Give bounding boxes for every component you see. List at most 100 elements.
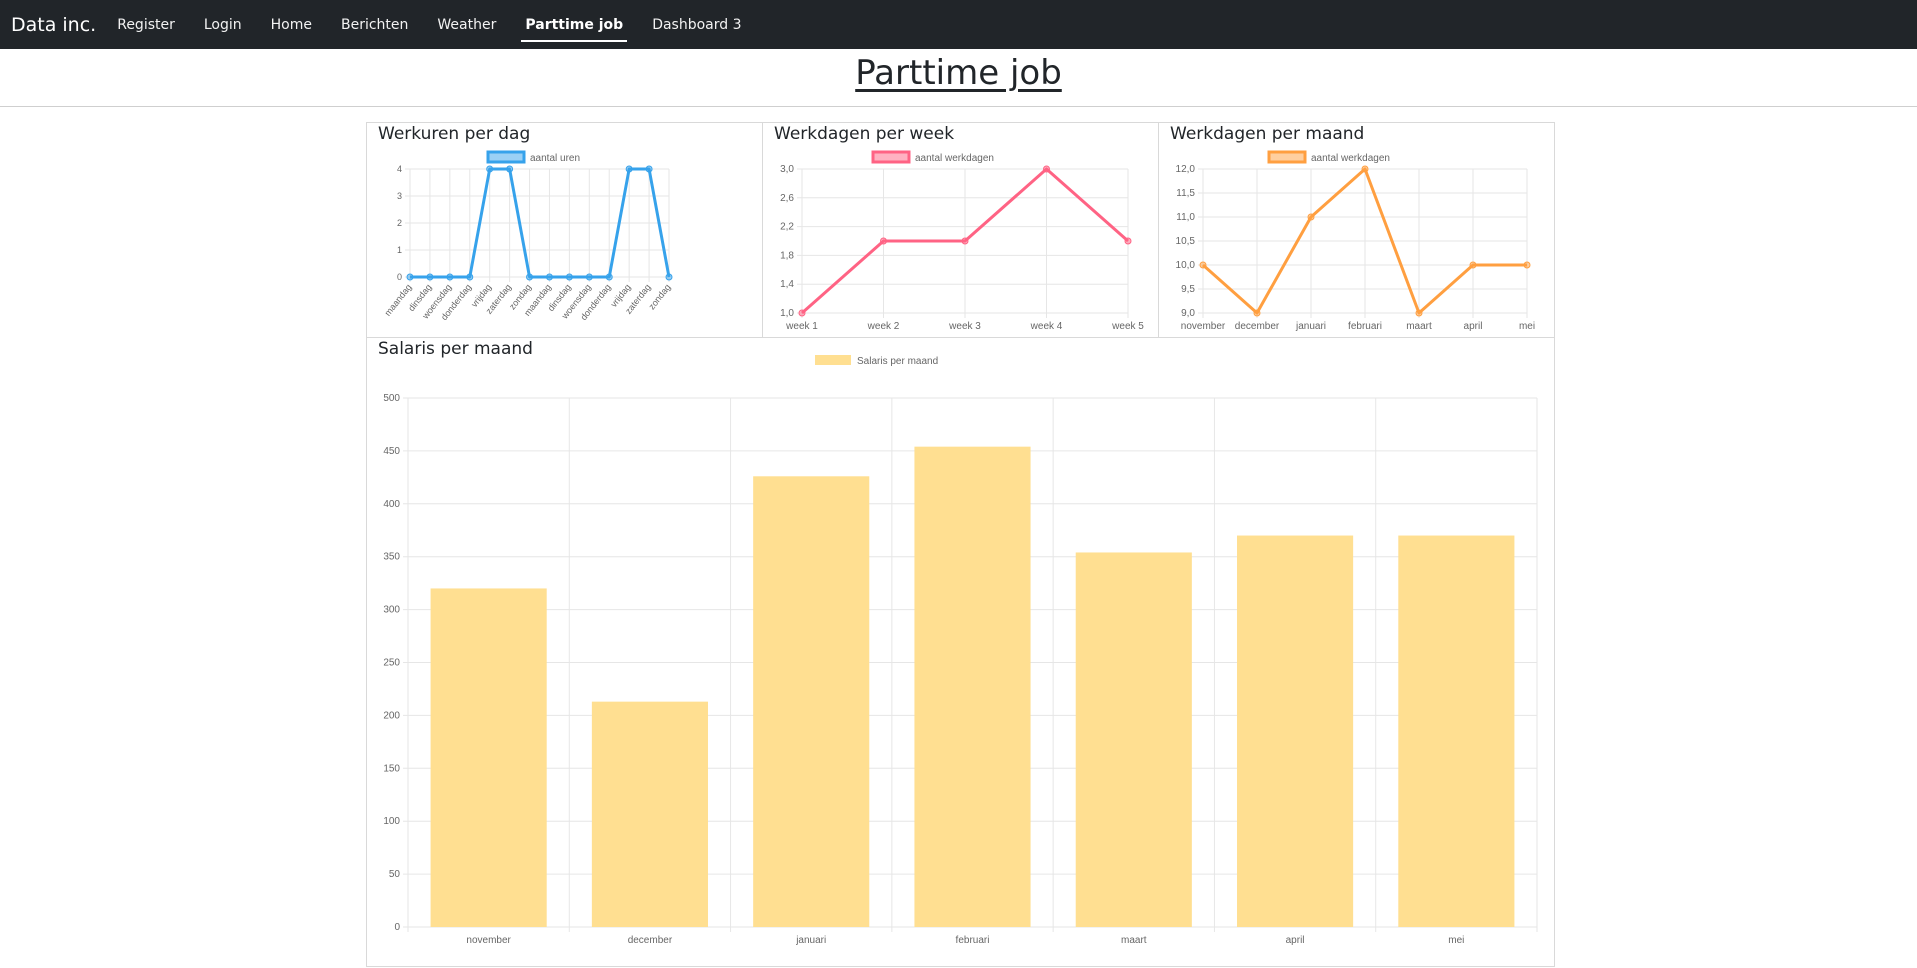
data-point bbox=[645, 165, 653, 173]
legend-label: aantal werkdagen bbox=[1311, 153, 1390, 164]
y-tick-label: 450 bbox=[383, 446, 400, 457]
x-tick-label: februari bbox=[956, 935, 990, 946]
legend-label: Salaris per maand bbox=[857, 356, 938, 367]
chart-salaris-per-maand: 0 50 100 150 200 250 300 350 400 450 500 november de… bbox=[383, 355, 1538, 946]
x-tick-label: november bbox=[1181, 321, 1226, 332]
nav-item-parttime-job[interactable]: Parttime job bbox=[513, 0, 635, 49]
y-tick-label: 1,0 bbox=[780, 308, 794, 319]
nav-item-register[interactable]: Register bbox=[105, 0, 187, 49]
y-tick-label: 11,0 bbox=[1176, 212, 1195, 223]
x-tick-label: mei bbox=[1448, 935, 1464, 946]
x-tick-label: februari bbox=[1348, 321, 1382, 332]
y-tick-label: 9,0 bbox=[1181, 308, 1195, 319]
y-tick-label: 50 bbox=[389, 869, 401, 880]
data-point bbox=[1523, 261, 1531, 269]
bar bbox=[914, 446, 1031, 927]
panel-salaris-per-maand: Salaris per maand 0 50 100 150 200 250 300 350 4… bbox=[366, 337, 1555, 967]
bar bbox=[1398, 535, 1515, 927]
data-point bbox=[426, 273, 434, 281]
data-point bbox=[625, 165, 633, 173]
data-point bbox=[466, 273, 474, 281]
nav-item-login[interactable]: Login bbox=[192, 0, 254, 49]
data-point bbox=[665, 273, 673, 281]
y-tick-label: 100 bbox=[383, 816, 400, 827]
chart-werkdagen-per-week: 1,0 1,4 1,8 2,2 2,6 3,0 week 1 week 2 week 3 week… bbox=[780, 150, 1144, 332]
legend-label: aantal uren bbox=[530, 153, 580, 164]
data-point bbox=[880, 237, 887, 245]
y-tick-label: 9,5 bbox=[1181, 284, 1195, 295]
y-tick-label: 150 bbox=[383, 763, 400, 774]
panel-werkdagen-per-maand: Werkdagen per maand 9,0 9,5 10,0 10,5 11,0 11… bbox=[1158, 122, 1555, 338]
x-tick-label: maart bbox=[1406, 321, 1432, 332]
x-tick-label: april bbox=[1464, 321, 1483, 332]
data-point bbox=[1469, 261, 1477, 269]
bar bbox=[1237, 535, 1354, 927]
nav-item-weather[interactable]: Weather bbox=[425, 0, 508, 49]
x-tick-label: mei bbox=[1519, 321, 1535, 332]
data-point bbox=[545, 273, 553, 281]
x-tick-label: april bbox=[1286, 935, 1305, 946]
legend-swatch bbox=[815, 355, 851, 365]
data-point bbox=[1307, 213, 1315, 221]
chart-werkuren-per-dag: 01234maandagdinsdagwoensdagdonderdagvrij… bbox=[383, 150, 673, 322]
bar bbox=[1075, 552, 1192, 927]
data-point bbox=[1253, 309, 1261, 317]
data-point bbox=[585, 273, 593, 281]
data-point bbox=[605, 273, 613, 281]
page-title: Parttime job bbox=[855, 53, 1062, 93]
x-tick-label: week 3 bbox=[948, 321, 981, 332]
y-tick-label: 1 bbox=[397, 245, 402, 255]
data-point bbox=[1415, 309, 1423, 317]
nav-item-home[interactable]: Home bbox=[259, 0, 324, 49]
nav-item-dashboard-3[interactable]: Dashboard 3 bbox=[640, 0, 753, 49]
nav-item-berichten[interactable]: Berichten bbox=[329, 0, 420, 49]
y-tick-label: 3,0 bbox=[780, 164, 794, 175]
y-tick-label: 250 bbox=[383, 658, 400, 669]
data-point bbox=[1361, 165, 1369, 173]
data-point bbox=[565, 273, 573, 281]
y-tick-label: 200 bbox=[383, 710, 400, 721]
x-tick-label: maandag bbox=[383, 282, 414, 318]
y-tick-label: 4 bbox=[397, 164, 402, 174]
y-tick-label: 2 bbox=[397, 218, 402, 228]
x-tick-label: week 4 bbox=[1030, 321, 1063, 332]
y-tick-label: 350 bbox=[383, 552, 400, 563]
data-point bbox=[1043, 165, 1050, 173]
page-header: Parttime job bbox=[0, 48, 1917, 107]
data-point bbox=[406, 273, 414, 281]
x-tick-label: december bbox=[1235, 321, 1280, 332]
x-tick-label: week 1 bbox=[785, 321, 818, 332]
y-tick-label: 300 bbox=[383, 605, 400, 616]
data-point bbox=[526, 273, 534, 281]
y-tick-label: 2,2 bbox=[780, 222, 794, 233]
legend-label: aantal werkdagen bbox=[915, 153, 994, 164]
navbar: Data inc. Register Login Home Berichten … bbox=[0, 0, 1917, 49]
y-tick-label: 400 bbox=[383, 499, 400, 510]
y-tick-label: 12,0 bbox=[1176, 164, 1196, 175]
bar bbox=[430, 588, 547, 927]
y-tick-label: 1,8 bbox=[780, 250, 794, 261]
data-point bbox=[506, 165, 514, 173]
data-point bbox=[1124, 237, 1132, 245]
chart-werkdagen-per-maand: 9,0 9,5 10,0 10,5 11,0 11,5 12,0 november decemb… bbox=[1176, 150, 1535, 332]
brand-logo[interactable]: Data inc. bbox=[11, 14, 96, 36]
x-tick-label: december bbox=[628, 935, 673, 946]
x-tick-label: week 2 bbox=[867, 321, 900, 332]
panel-werkuren-per-dag: Werkuren per dag 0 1 2 3 4 maandag dinsdag woen… bbox=[366, 122, 763, 338]
y-tick-label: 3 bbox=[397, 191, 402, 201]
data-point bbox=[1199, 261, 1207, 269]
data-point bbox=[446, 273, 454, 281]
y-tick-label: 2,6 bbox=[780, 193, 794, 204]
bar bbox=[591, 701, 708, 927]
legend-swatch bbox=[1267, 150, 1307, 164]
y-tick-label: 500 bbox=[383, 393, 400, 404]
y-tick-label: 10,5 bbox=[1176, 236, 1196, 247]
legend-swatch bbox=[486, 150, 526, 164]
data-point bbox=[961, 237, 969, 245]
x-tick-label: maart bbox=[1121, 935, 1147, 946]
y-tick-label: 10,0 bbox=[1176, 260, 1196, 271]
y-tick-label: 1,4 bbox=[780, 279, 794, 290]
bar bbox=[753, 476, 870, 927]
y-tick-label: 0 bbox=[394, 922, 400, 933]
legend-swatch bbox=[871, 150, 911, 164]
